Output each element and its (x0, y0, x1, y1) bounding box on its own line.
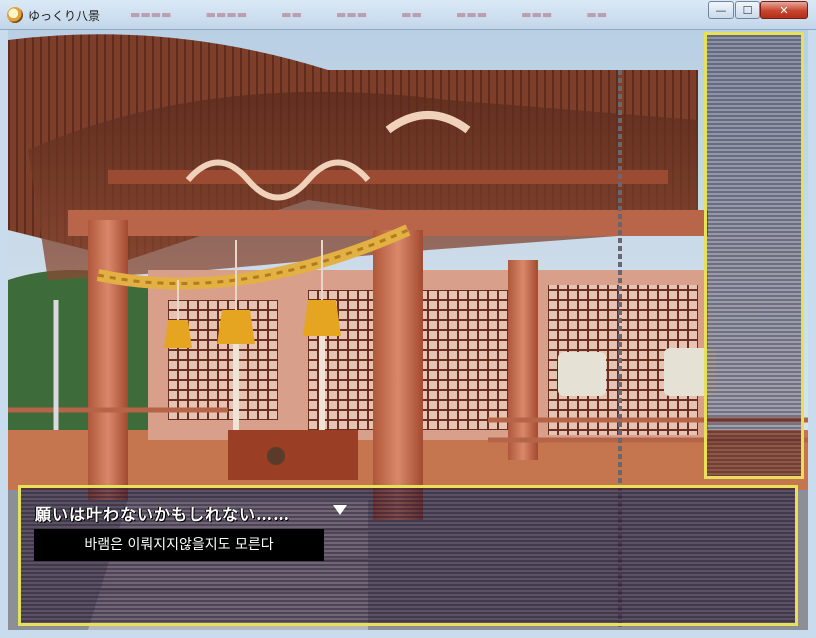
maximize-icon: ☐ (742, 3, 753, 17)
app-icon (7, 7, 23, 23)
window-title: ゆっくり八景 (28, 9, 101, 23)
pillar-right (508, 260, 538, 460)
background-window-tabs: ▬▬▬▬ ▬▬▬▬ ▬▬ ▬▬▬ ▬▬ ▬▬▬ ▬▬▬ ▬▬ (130, 8, 608, 21)
game-viewport[interactable]: 願いは叶わないかもしれない…… 바램은 이뤄지지않을지도 모른다 (8, 30, 808, 630)
pillar-left (88, 220, 128, 500)
minimize-button[interactable]: — (708, 1, 734, 19)
pillar-center (373, 230, 423, 520)
close-icon: ✕ (779, 3, 789, 17)
translation-text: 바램은 이뤄지지않을지도 모른다 (84, 537, 274, 553)
window-frame: 願いは叶わないかもしれない…… 바램은 이뤄지지않을지도 모른다 (0, 30, 816, 638)
maximize-button[interactable]: ☐ (735, 1, 760, 19)
offering-box (228, 430, 358, 480)
minimize-icon: — (715, 3, 727, 17)
side-panel (704, 32, 804, 479)
translation-box: 바램은 이뤄지지않을지도 모른다 (34, 529, 324, 561)
dialogue-text: 願いは叶わないかもしれない…… (35, 505, 291, 524)
message-window[interactable]: 願いは叶わないかもしれない…… 바램은 이뤄지지않을지도 모른다 (18, 485, 798, 626)
title-bar[interactable]: ゆっくり八景 ▬▬▬▬ ▬▬▬▬ ▬▬ ▬▬▬ ▬▬ ▬▬▬ ▬▬▬ ▬▬ — ☐ ✕ (0, 0, 816, 30)
continue-arrow-icon[interactable] (333, 505, 347, 515)
close-button[interactable]: ✕ (760, 1, 808, 19)
sake-barrel-1 (558, 352, 606, 396)
